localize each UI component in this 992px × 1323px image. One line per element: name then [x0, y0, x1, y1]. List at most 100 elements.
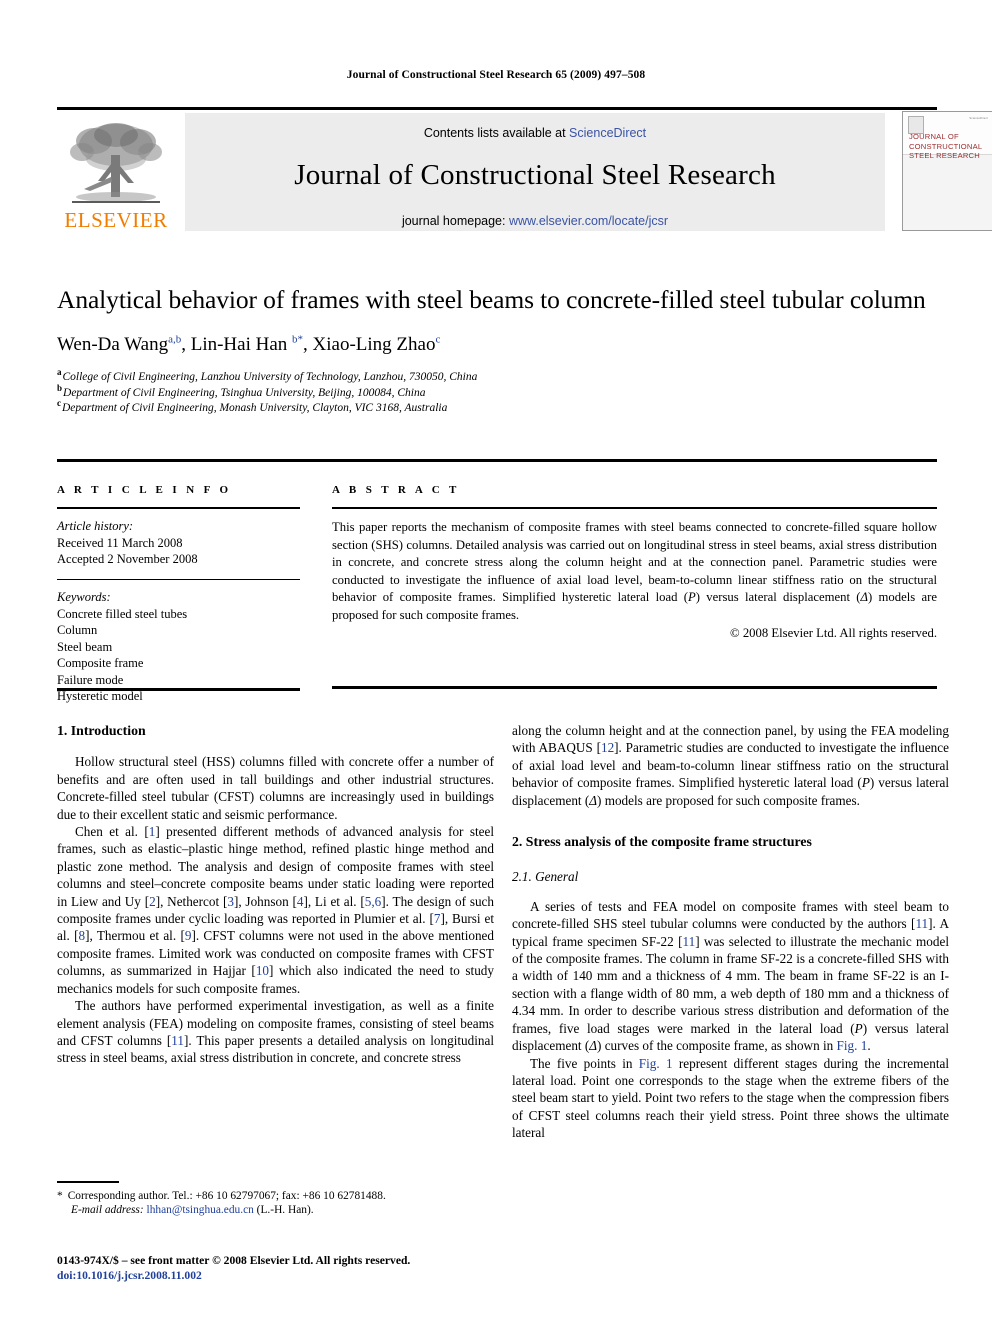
- article-history-accepted: Accepted 2 November 2008: [57, 552, 198, 566]
- article-history-bottom-rule: [57, 578, 300, 581]
- affiliation-text: Department of Civil Engineering, Tsinghu…: [63, 386, 426, 399]
- citation-link[interactable]: 11: [171, 1033, 184, 1048]
- affiliation-text: College of Civil Engineering, Lanzhou Un…: [62, 371, 478, 383]
- article-info-column: A R T I C L E I N F O Article history: R…: [57, 484, 300, 705]
- doi-line: doi:10.1016/j.jcsr.2008.11.002: [57, 1269, 202, 1282]
- heading-stress-analysis: 2. Stress analysis of the composite fram…: [512, 834, 812, 850]
- cover-title: JOURNAL OF CONSTRUCTIONAL STEEL RESEARCH: [909, 132, 982, 160]
- article-history-group: Article history: Received 11 March 2008 …: [57, 518, 300, 568]
- keyword-item: Hysteretic model: [57, 689, 143, 704]
- elsevier-wordmark: ELSEVIER: [64, 208, 168, 232]
- text-run: Chen et al. [: [75, 824, 149, 840]
- footnote-rule: [57, 1181, 119, 1183]
- keyword-item: Column: [57, 623, 98, 638]
- text-run: ], Johnson [: [233, 893, 297, 909]
- corresponding-author-footnote: * Corresponding author. Tel.: +86 10 6279…: [57, 1181, 494, 1218]
- abstract-text: This paper reports the mechanism of comp…: [332, 519, 937, 624]
- keywords-label: Keywords:: [57, 590, 111, 605]
- article-info-kicker: A R T I C L E I N F O: [57, 484, 232, 496]
- article-history-label: Article history:: [57, 519, 134, 533]
- homepage-prefix: journal homepage:: [401, 214, 509, 228]
- paragraph: A series of tests and FEA model on compo…: [512, 898, 949, 1055]
- symbol-p: P: [861, 775, 870, 791]
- affiliation-list: aCollege of Civil Engineering, Lanzhou U…: [57, 368, 937, 417]
- keyword-item: Composite frame: [57, 656, 144, 671]
- article-info-rule: [57, 507, 300, 509]
- author-name: Xiao-Ling Zhao: [312, 334, 436, 355]
- paragraph: The authors have performed experimental …: [57, 997, 494, 1067]
- paragraph: Chen et al. [1] presented different meth…: [57, 823, 494, 997]
- citation-link[interactable]: 2: [149, 894, 156, 909]
- elsevier-tree-icon: [70, 123, 162, 203]
- text-run: ], Nethercot [: [155, 893, 228, 909]
- journal-homepage-link[interactable]: www.elsevier.com/locate/jcsr: [509, 214, 668, 228]
- abstract-rule: [332, 507, 937, 509]
- author-name: Lin-Hai Han: [190, 334, 293, 355]
- abstract-symbol-p: P: [687, 590, 696, 604]
- title-block: Analytical behavior of frames with steel…: [57, 283, 937, 417]
- masthead-top-rule: [57, 107, 937, 110]
- contents-list-line: Contents lists available at ScienceDirec…: [185, 126, 885, 140]
- journal-cover-thumbnail[interactable]: ScienceDirect JOURNAL OF CONSTRUCTIONAL …: [902, 111, 992, 231]
- abstract-symbol-delta: Δ: [860, 590, 868, 604]
- citation-link[interactable]: 3: [227, 894, 234, 909]
- author-affiliation-marks: c: [435, 333, 441, 346]
- article-info-bottom-rule: [57, 688, 300, 691]
- article-history-received: Received 11 March 2008: [57, 535, 183, 550]
- author-affiliation-marks: b*: [292, 333, 304, 346]
- citation-link[interactable]: 10: [256, 963, 269, 978]
- panel-top-rule: [57, 459, 937, 462]
- article-page: Journal of Constructional Steel Research…: [0, 0, 992, 1323]
- figure-link[interactable]: Fig. 1: [837, 1038, 868, 1053]
- body-column-right: along the column height and at the conne…: [512, 722, 949, 1142]
- author-name: Wen-Da Wang: [57, 334, 169, 355]
- keyword-item: Concrete filled steel tubes: [57, 606, 188, 621]
- keyword-item: Failure mode: [57, 672, 124, 687]
- citation-link[interactable]: 11: [915, 916, 928, 931]
- paragraph: Hollow structural steel (HSS) columns fi…: [57, 754, 494, 822]
- email-label: E-mail address:: [71, 1204, 144, 1217]
- cover-body: [903, 155, 992, 230]
- text-run: ) curves of the composite frame, as show…: [597, 1038, 837, 1054]
- text-run: ) models are proposed for such composite…: [597, 792, 860, 808]
- cover-corner-label: ScienceDirect: [969, 117, 988, 120]
- abstract-part-2: ) versus lateral displacement (: [695, 590, 861, 604]
- heading-general: 2.1. General: [512, 869, 579, 885]
- running-head: Journal of Constructional Steel Research…: [346, 69, 646, 81]
- citation-link[interactable]: 5,6: [365, 894, 381, 909]
- paragraph: The five points in Fig. 1 represent diff…: [512, 1055, 949, 1142]
- author-list: Wen-Da Wanga,b, Lin-Hai Han b*, Xiao-Lin…: [57, 334, 937, 356]
- symbol-p: P: [854, 1020, 863, 1036]
- affiliation-text: Department of Civil Engineering, Monash …: [62, 402, 448, 414]
- sciencedirect-link[interactable]: ScienceDirect: [569, 126, 646, 140]
- keyword-item: Steel beam: [57, 639, 113, 654]
- author-entry: Lin-Hai Han b*: [191, 334, 303, 355]
- page-title: Analytical behavior of frames with steel…: [57, 285, 926, 314]
- contents-prefix: Contents lists available at: [423, 126, 570, 140]
- footnote-line-2: E-mail address: lhhan@tsinghua.edu.cn (L…: [57, 1203, 494, 1218]
- figure-link[interactable]: Fig. 1: [639, 1056, 673, 1071]
- journal-homepage-line: journal homepage: www.elsevier.com/locat…: [185, 214, 885, 228]
- text-run: ], Thermou et al. [: [85, 928, 185, 944]
- journal-banner: Contents lists available at ScienceDirec…: [185, 113, 885, 231]
- email-link[interactable]: lhhan@tsinghua.edu.cn: [147, 1204, 254, 1216]
- affiliation-item: aCollege of Civil Engineering, Lanzhou U…: [57, 368, 937, 386]
- abstract-bottom-rule: [332, 686, 937, 689]
- abstract-copyright: © 2008 Elsevier Ltd. All rights reserved…: [730, 626, 937, 640]
- author-separator: ,: [303, 334, 313, 355]
- text-run: A series of tests and FEA model on compo…: [512, 898, 949, 932]
- symbol-delta: Δ: [589, 792, 598, 808]
- elsevier-logo: ELSEVIER: [59, 113, 173, 231]
- journal-masthead: ELSEVIER Contents lists available at Sci…: [57, 107, 992, 231]
- abstract-column: A B S T R A C T This paper reports the m…: [332, 484, 937, 641]
- footnote-contact: Corresponding author. Tel.: +86 10 62797…: [67, 1189, 386, 1202]
- citation-link[interactable]: 12: [601, 740, 614, 755]
- footnote-line-1: * Corresponding author. Tel.: +86 10 6279…: [57, 1189, 494, 1204]
- email-suffix: (L.-H. Han).: [253, 1204, 314, 1217]
- affiliation-item: bDepartment of Civil Engineering, Tsingh…: [57, 383, 937, 402]
- cover-header: ScienceDirect JOURNAL OF CONSTRUCTIONAL …: [903, 112, 992, 160]
- footnote-marker: *: [57, 1189, 63, 1202]
- text-run: .: [867, 1038, 871, 1054]
- citation-link[interactable]: 11: [682, 934, 695, 949]
- journal-title: Journal of Constructional Steel Research: [294, 159, 776, 191]
